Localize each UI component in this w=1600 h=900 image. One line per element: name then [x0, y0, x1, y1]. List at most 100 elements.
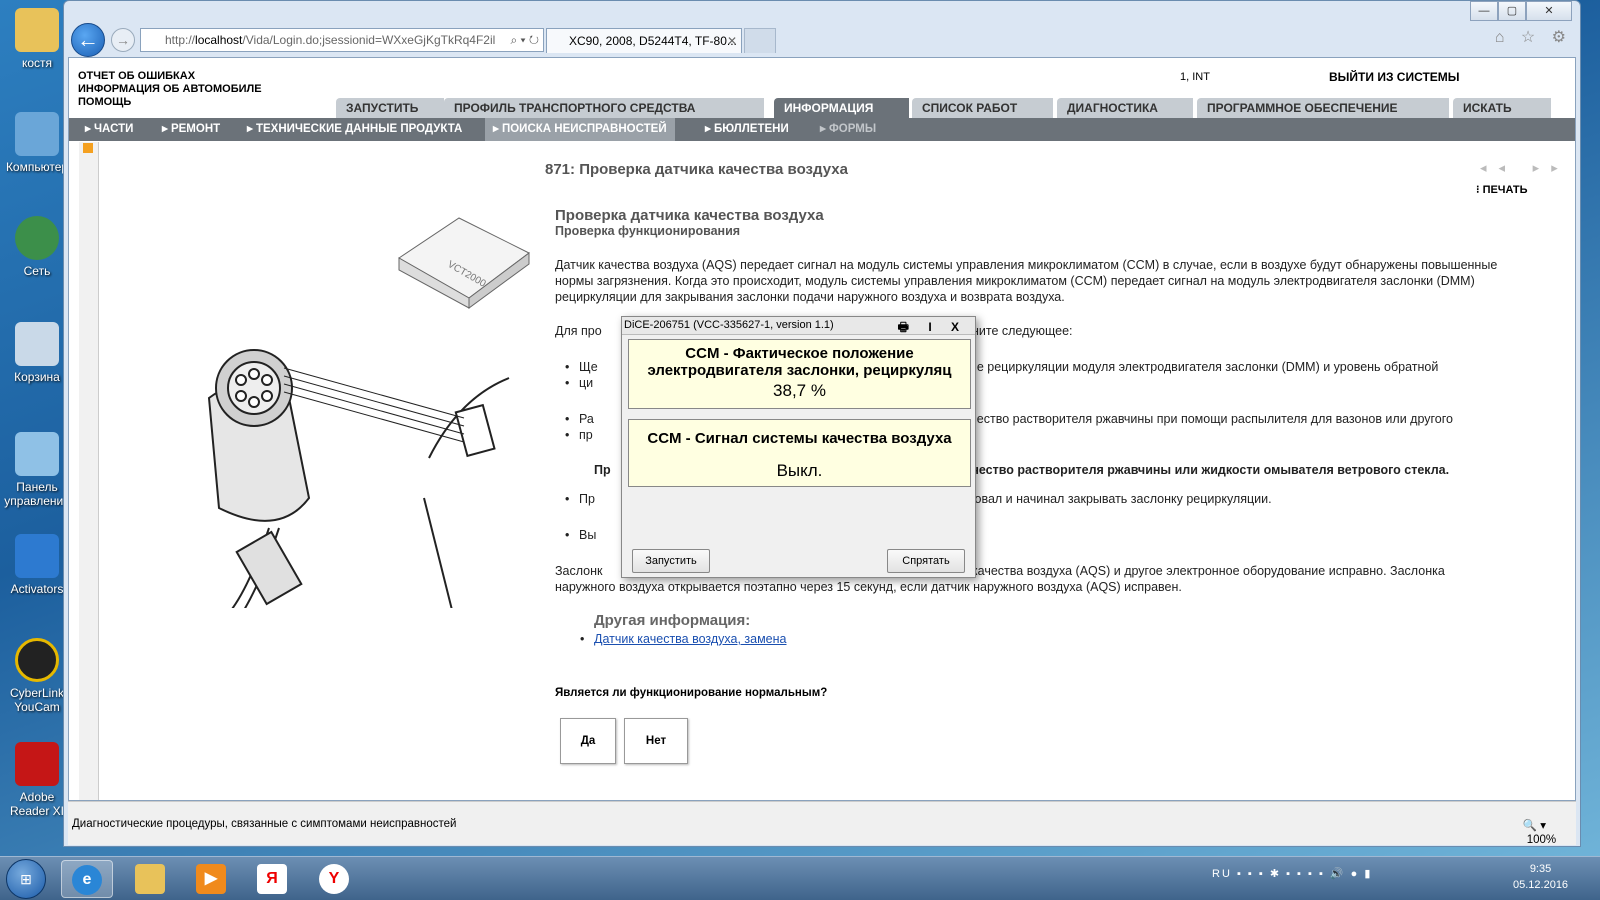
tab-work-list[interactable]: СПИСОК РАБОТ — [912, 98, 1053, 118]
desktop-icon-user-folder[interactable]: костя — [4, 8, 70, 70]
yandex-browser-icon: Y — [319, 864, 349, 894]
error-report-link[interactable]: ОТЧЕТ ОБ ОШИБКАХ — [78, 70, 262, 83]
desktop-icon-network[interactable]: Сеть — [4, 216, 70, 278]
maximize-button[interactable]: ▢ — [1498, 1, 1526, 21]
dice-dialog: DiCE-206751 (VCC-335627-1, version 1.1) … — [621, 316, 976, 578]
yandex-icon: Я — [257, 864, 287, 894]
instruction-right: олните следующее: — [958, 324, 1073, 338]
other-info-heading: Другая информация: — [594, 612, 751, 629]
pdf-icon — [15, 742, 59, 786]
start-button[interactable]: ⊞ — [6, 859, 46, 899]
control-panel-icon — [15, 432, 59, 476]
result-line2: наружного воздуха открывается поэтапно ч… — [555, 580, 1182, 594]
yes-button[interactable]: Да — [560, 718, 616, 764]
status-text: Диагностические процедуры, связанные с с… — [72, 818, 457, 830]
toolbar-icons[interactable]: ⌂ ☆ ⚙ — [1495, 27, 1572, 47]
address-bar[interactable]: http://localhost/Vida/Login.do;jsessioni… — [140, 28, 544, 52]
tab-information[interactable]: ИНФОРМАЦИЯ — [774, 98, 909, 118]
desktop-icon-activators[interactable]: Activators — [4, 534, 70, 596]
panel2-value: Выкл. — [776, 461, 823, 480]
address-scheme: http:// — [165, 33, 196, 47]
aqs-replace-link[interactable]: Датчик качества воздуха, замена — [580, 632, 786, 646]
tab-start[interactable]: ЗАПУСТИТЬ — [336, 98, 444, 118]
back-button[interactable]: ← — [71, 23, 105, 57]
minimize-button[interactable]: — — [1470, 1, 1498, 21]
system-tray[interactable]: RU ▪ ▪ ▪ ✱ ▪ ▪ ▪ ▪ 🔊 ● ▮ — [1212, 867, 1372, 880]
webcam-icon — [15, 638, 59, 682]
recycle-bin-icon — [15, 322, 59, 366]
panel2-title: CCM - Сигнал системы качества воздуха — [647, 430, 952, 447]
status-bar: Диагностические процедуры, связанные с с… — [68, 801, 1576, 846]
address-host: localhost — [195, 33, 243, 47]
taskbar-yandex-browser[interactable]: Y — [308, 860, 360, 898]
clock-date: 05.12.2016 — [1513, 879, 1569, 891]
desktop-icon-computer[interactable]: Компьютер — [4, 112, 70, 174]
logout-link[interactable]: ВЫЙТИ ИЗ СИСТЕМЫ — [1329, 70, 1460, 84]
subtab-repair[interactable]: ▸ РЕМОНТ — [162, 118, 220, 141]
desktop-icon-label: Корзина — [14, 370, 60, 384]
subtab-troubleshooting[interactable]: ▸ ПОИСКА НЕИСПРАВНОСТЕЙ — [485, 118, 675, 141]
browser-tab-active[interactable]: XC90, 2008, D5244T4, TF-80... ✕ — [546, 28, 742, 53]
taskbar-explorer[interactable] — [124, 860, 176, 898]
desktop-icon-label: Activators — [10, 582, 64, 596]
step-2-line2-text: пр — [579, 428, 593, 442]
subtab-bulletins[interactable]: ▸ БЮЛЛЕТЕНИ — [705, 118, 789, 141]
dialog-controls[interactable]: 🖶 I X — [898, 318, 967, 339]
section-subheading: Проверка функционирования — [555, 224, 741, 238]
window-controls: — ▢ ✕ — [1470, 1, 1572, 21]
taskbar-ie[interactable]: e — [61, 860, 113, 898]
tab-vehicle-profile[interactable]: ПРОФИЛЬ ТРАНСПОРТНОГО СРЕДСТВА — [444, 98, 764, 118]
desktop-icon-control-panel[interactable]: Панель управления — [4, 432, 70, 508]
subtab-label: ЧАСТИ — [93, 123, 134, 135]
vct2000-device-image: VCT2000 — [398, 217, 530, 309]
sensor-connector-drawing — [207, 349, 510, 608]
desktop-icon-label: костя — [21, 56, 53, 70]
panel1-value: 38,7 % — [773, 381, 826, 400]
navigation-bar: ← → http://localhost/Vida/Login.do;jsess… — [64, 21, 1580, 57]
language-indicator[interactable]: RU — [1212, 868, 1232, 880]
clock-time: 9:35 — [1529, 863, 1552, 875]
taskbar-media-player[interactable]: ▶ — [185, 860, 237, 898]
desktop-icon-label: Сеть — [23, 264, 51, 278]
page-nav-arrows[interactable]: ◂◂ ▸▸ — [1480, 160, 1570, 176]
step-1-line2: ци — [565, 375, 593, 391]
desktop-icon-label: Adobe Reader XI — [9, 790, 65, 818]
intro-paragraph: Датчик качества воздуха (AQS) передает с… — [555, 258, 1498, 304]
instruction-left: Для про — [555, 324, 602, 338]
zoom-control[interactable]: 🔍 100% ▾ — [1523, 818, 1556, 846]
subtab-parts[interactable]: ▸ ЧАСТИ — [85, 118, 133, 141]
step-2-right: личество растворителя ржавчины при помощ… — [942, 411, 1453, 427]
print-link[interactable]: ⁝ ПЕЧАТЬ — [1476, 183, 1528, 196]
new-tab-button[interactable] — [744, 28, 776, 53]
tab-title: XC90, 2008, D5244T4, TF-80... — [569, 34, 737, 48]
close-window-button[interactable]: ✕ — [1526, 1, 1572, 21]
dialog-hide-button[interactable]: Спрятать — [887, 549, 965, 573]
step-3-left: Пр — [565, 491, 595, 507]
side-panel-toggle[interactable] — [79, 142, 99, 800]
subtab-label: РЕМОНТ — [170, 123, 221, 135]
step-3-right: гировал и начинал закрывать заслонку рец… — [942, 491, 1272, 507]
clock[interactable]: 9:35 05.12.2016 — [1513, 861, 1568, 893]
search-refresh-icons[interactable]: ⌕ ▾ ↻ — [510, 29, 539, 51]
tab-diagnostics[interactable]: ДИАГНОСТИКА — [1057, 98, 1193, 118]
address-path: /Vida/Login.do;jsessionid=WXxeGjKgTkRq4F… — [242, 33, 496, 47]
taskbar-yandex-app[interactable]: Я — [246, 860, 298, 898]
subtab-label: БЮЛЛЕТЕНИ — [713, 123, 789, 135]
result-right: ик качества воздуха (AQS) и другое элект… — [956, 564, 1445, 578]
desktop-icon-youcam[interactable]: CyberLink YouCam — [4, 638, 70, 714]
subtab-forms[interactable]: ▸ ФОРМЫ — [820, 118, 876, 141]
desktop-icon-recycle-bin[interactable]: Корзина — [4, 322, 70, 384]
subtab-tech-data[interactable]: ▸ ТЕХНИЧЕСКИЕ ДАННЫЕ ПРОДУКТА — [247, 118, 462, 141]
step-1-left: Ще — [565, 359, 597, 375]
panel1-title-line2: электродвигателя заслонки, рециркуляц — [647, 362, 952, 379]
desktop-icon-adobe-reader[interactable]: Adobe Reader XI — [4, 742, 70, 818]
tab-close-icon[interactable]: ✕ — [727, 29, 737, 53]
tab-software[interactable]: ПРОГРАММНОЕ ОБЕСПЕЧЕНИЕ — [1197, 98, 1449, 118]
print-label: ПЕЧАТЬ — [1482, 184, 1528, 196]
forward-button[interactable]: → — [111, 28, 135, 52]
dialog-start-button[interactable]: Запустить — [632, 549, 710, 573]
step-1-right: ение рециркуляции модуля электродвигател… — [942, 359, 1438, 375]
no-button[interactable]: Нет — [624, 718, 688, 764]
tab-search[interactable]: ИСКАТЬ — [1453, 98, 1551, 118]
vehicle-info-link[interactable]: ИНФОРМАЦИЯ ОБ АВТОМОБИЛЕ — [78, 83, 262, 96]
